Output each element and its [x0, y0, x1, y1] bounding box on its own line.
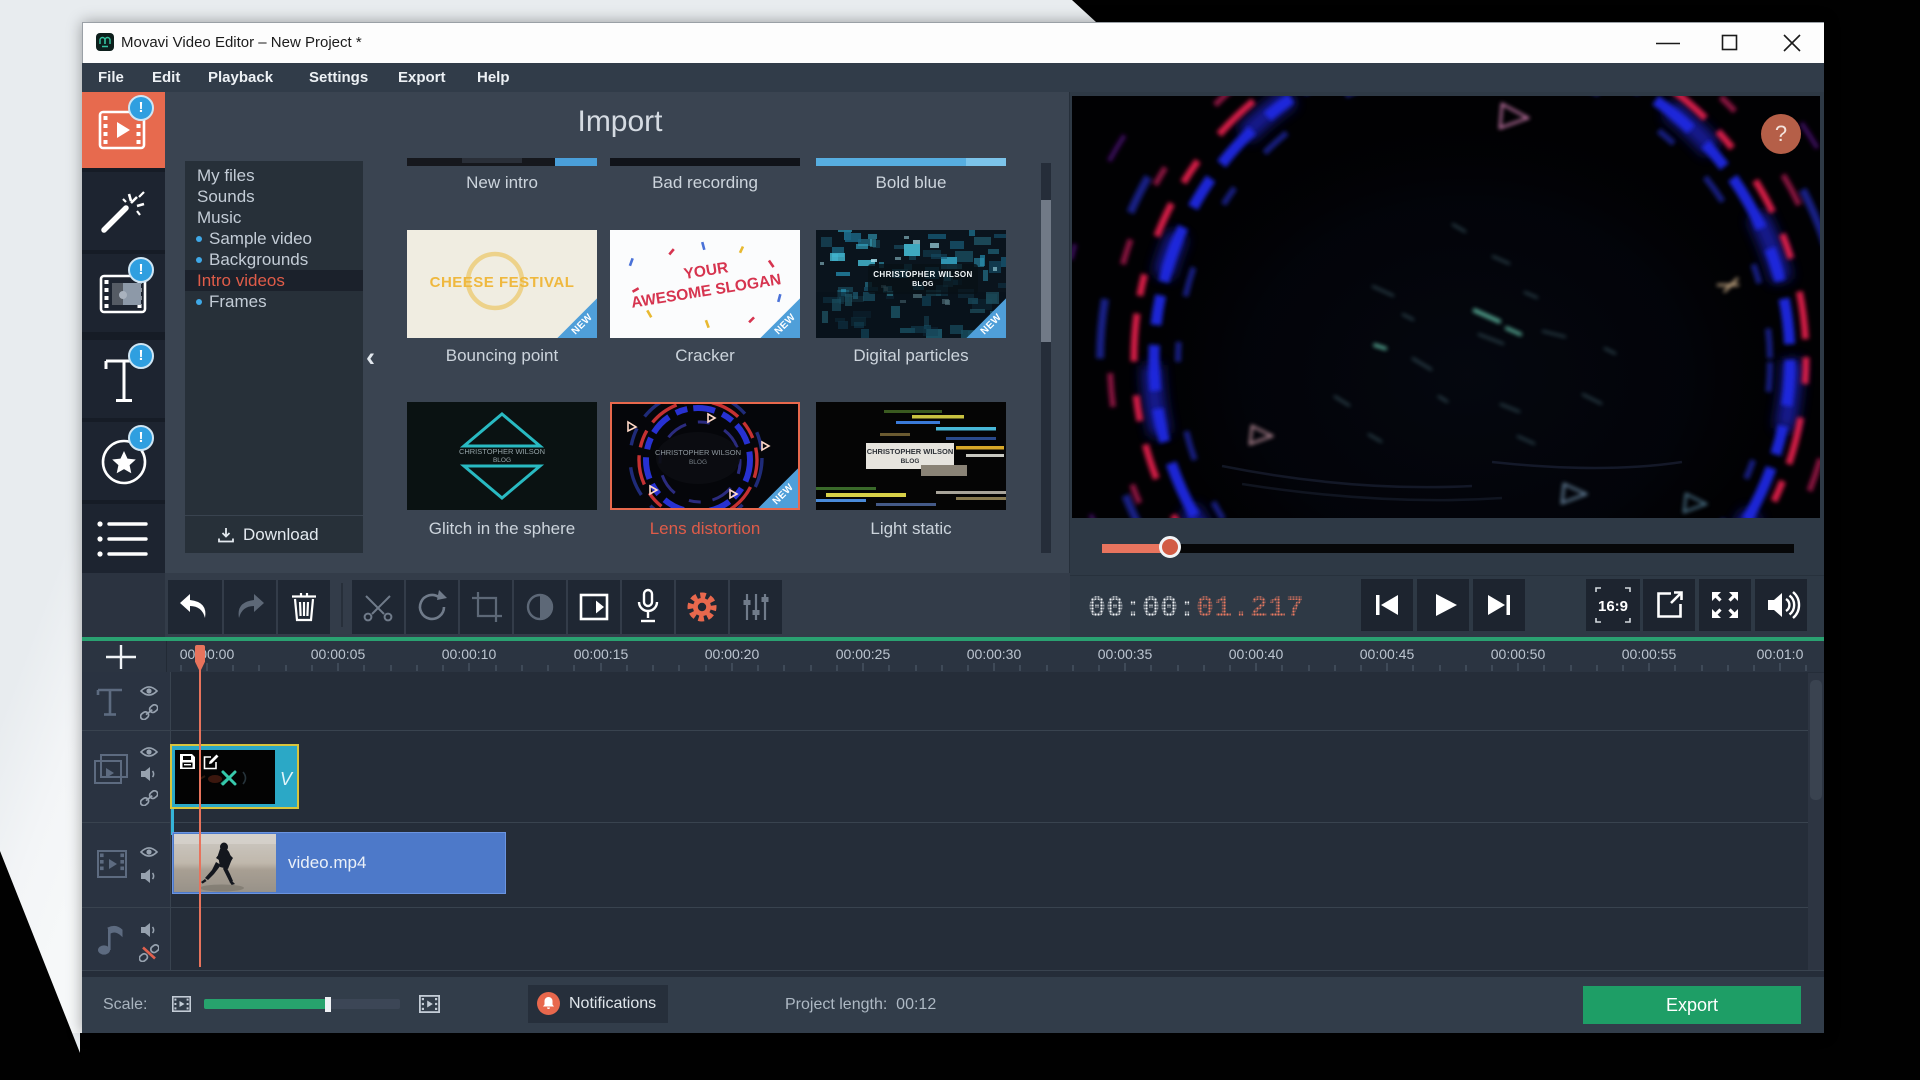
svg-text:00:00:55: 00:00:55 [1622, 646, 1677, 662]
svg-text:00:00:30: 00:00:30 [967, 646, 1022, 662]
svg-text:00:00:10: 00:00:10 [442, 646, 497, 662]
svg-text:CHRISTOPHER WILSON: CHRISTOPHER WILSON [655, 448, 741, 457]
svg-text:00:00:35: 00:00:35 [1098, 646, 1153, 662]
svg-text:00:00:05: 00:00:05 [311, 646, 366, 662]
svg-text:BLOG: BLOG [493, 457, 511, 464]
svg-text:00:00:50: 00:00:50 [1491, 646, 1546, 662]
svg-text:00:01:0: 00:01:0 [1757, 646, 1804, 662]
svg-text:00:00:45: 00:00:45 [1360, 646, 1415, 662]
svg-text:BLOG: BLOG [689, 459, 707, 466]
svg-text:16:9: 16:9 [1598, 598, 1628, 615]
svg-text:00:00:15: 00:00:15 [574, 646, 629, 662]
svg-text:00:00:40: 00:00:40 [1229, 646, 1284, 662]
svg-text:00:00:00: 00:00:00 [180, 646, 235, 662]
svg-text:00:00:20: 00:00:20 [705, 646, 760, 662]
svg-text:00:00:25: 00:00:25 [836, 646, 891, 662]
svg-text:CHRISTOPHER WILSON: CHRISTOPHER WILSON [459, 447, 545, 456]
